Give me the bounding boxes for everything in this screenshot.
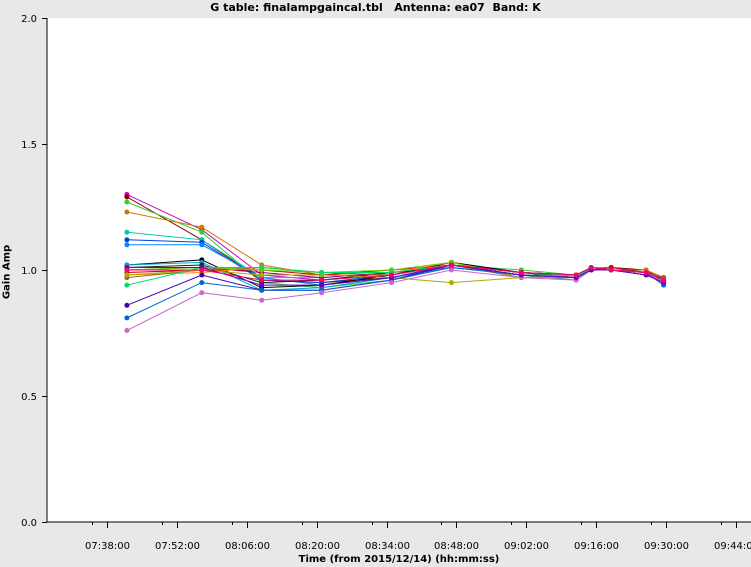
x-tick-label: 08:48:00 xyxy=(434,541,479,552)
data-point xyxy=(661,277,667,283)
x-tick-label: 09:02:00 xyxy=(504,541,549,552)
data-point xyxy=(259,297,265,303)
data-point xyxy=(448,267,454,273)
x-tick-label: 07:38:00 xyxy=(85,541,130,552)
data-point xyxy=(124,229,130,235)
data-point xyxy=(199,280,205,286)
data-point xyxy=(448,280,454,286)
data-point xyxy=(319,282,325,288)
data-point xyxy=(199,242,205,248)
x-tick-label: 09:44:00 xyxy=(714,541,751,552)
x-tick-label: 08:20:00 xyxy=(295,541,340,552)
data-point xyxy=(199,290,205,296)
data-point xyxy=(389,272,394,278)
x-tick-label: 07:52:00 xyxy=(155,541,200,552)
data-point xyxy=(124,302,130,308)
data-point xyxy=(199,267,205,273)
data-point xyxy=(199,229,205,235)
y-tick-label: 0.0 xyxy=(21,518,37,529)
data-point xyxy=(573,272,579,278)
data-point xyxy=(259,282,265,288)
data-point xyxy=(588,265,594,270)
data-point xyxy=(124,194,130,200)
x-tick-label: 09:30:00 xyxy=(644,541,689,552)
data-point xyxy=(124,267,130,273)
data-point xyxy=(259,277,265,283)
y-tick-label: 2.0 xyxy=(21,14,37,25)
x-tick-label: 08:06:00 xyxy=(225,541,270,552)
y-tick-label: 1.5 xyxy=(21,140,37,151)
x-tick-label: 09:16:00 xyxy=(574,541,619,552)
data-point xyxy=(124,209,130,215)
data-point xyxy=(608,267,614,273)
gain-amp-chart: 0.0 0.5 1.0 1.5 2.0 07:38:00 07:52:00 08:06:00 0… xyxy=(21,14,751,552)
data-point xyxy=(124,328,130,333)
data-point xyxy=(259,272,265,278)
data-point xyxy=(124,237,130,243)
data-point xyxy=(124,199,130,205)
y-tick-label: 1.0 xyxy=(21,266,37,277)
data-point xyxy=(518,270,524,275)
data-point xyxy=(448,262,454,268)
data-point xyxy=(319,277,325,283)
x-tick-label: 08:34:00 xyxy=(365,541,410,552)
data-point xyxy=(259,265,265,270)
data-point xyxy=(124,242,130,248)
data-point xyxy=(199,224,205,230)
data-point xyxy=(124,282,130,288)
data-point xyxy=(319,270,325,275)
data-point xyxy=(124,315,130,321)
data-point xyxy=(199,272,205,278)
data-point xyxy=(643,270,649,275)
data-point xyxy=(389,280,394,286)
y-tick-label: 0.5 xyxy=(21,392,37,403)
data-point xyxy=(124,272,130,278)
data-point xyxy=(319,290,325,296)
data-point xyxy=(259,287,265,293)
